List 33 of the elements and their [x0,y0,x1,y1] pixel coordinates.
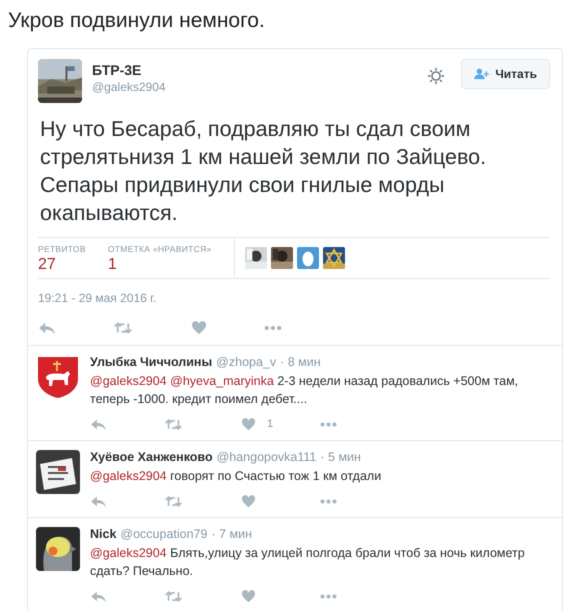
heart-icon[interactable] [190,321,208,335]
reply-icon[interactable] [90,418,107,430]
shield-icon[interactable] [36,355,80,399]
stat-count[interactable]: 1 [108,256,212,274]
stat-count[interactable]: 27 [38,256,86,274]
reply-icon[interactable] [90,494,107,508]
reply-text: @galeks2904 говорят по Счастью тож 1 км отдали [90,468,382,485]
reply-author-name[interactable]: Nick [90,527,116,541]
mention-link[interactable]: @hyeva_maryinka [170,374,274,388]
bird-icon[interactable] [36,527,80,571]
page-title: Укров подвинули немного. [7,8,266,34]
reply-author-name[interactable]: Хуёвое Ханженково [90,450,213,464]
heart-icon[interactable] [240,418,257,430]
settings-icon[interactable] [427,67,446,85]
retweet-icon[interactable] [165,494,182,508]
heart-icon[interactable] [240,590,257,602]
follow-button[interactable]: Читать [461,59,550,89]
tweet-text: Ну что Бесараб, подравляю ты сдал своим стрелятьнизя 1 км нашей земли по Зайцево. Сепары придвинули свои гнилые морды окапываются. [40,116,488,227]
add-user-icon [474,68,490,80]
retweet-icon[interactable] [165,590,182,602]
reply-icon[interactable] [90,590,107,602]
reply-author-name[interactable]: Улыбка Чиччолины [90,355,212,369]
reply-text: @galeks2904 Блять,улицу за улицей полгода брали чтоб за ночь километр сдать? Печально. [90,545,526,580]
author-name[interactable]: БТР-3Е [92,62,428,78]
reply-icon[interactable] [38,321,56,335]
mention-link[interactable]: @galeks2904 [90,546,167,560]
retweet-icon[interactable] [114,321,132,335]
reply-text: @galeks2904 @hyeva_maryinka 2-3 недели назад радовались +500м там, теперь -1000. кредит поимел дебет.... [90,373,520,408]
mention-link[interactable]: @galeks2904 [90,469,167,483]
retweet-icon[interactable] [165,418,182,430]
like-count: 1 [267,418,274,430]
mention-link[interactable]: @galeks2904 [90,374,167,388]
heart-icon[interactable] [240,494,257,508]
